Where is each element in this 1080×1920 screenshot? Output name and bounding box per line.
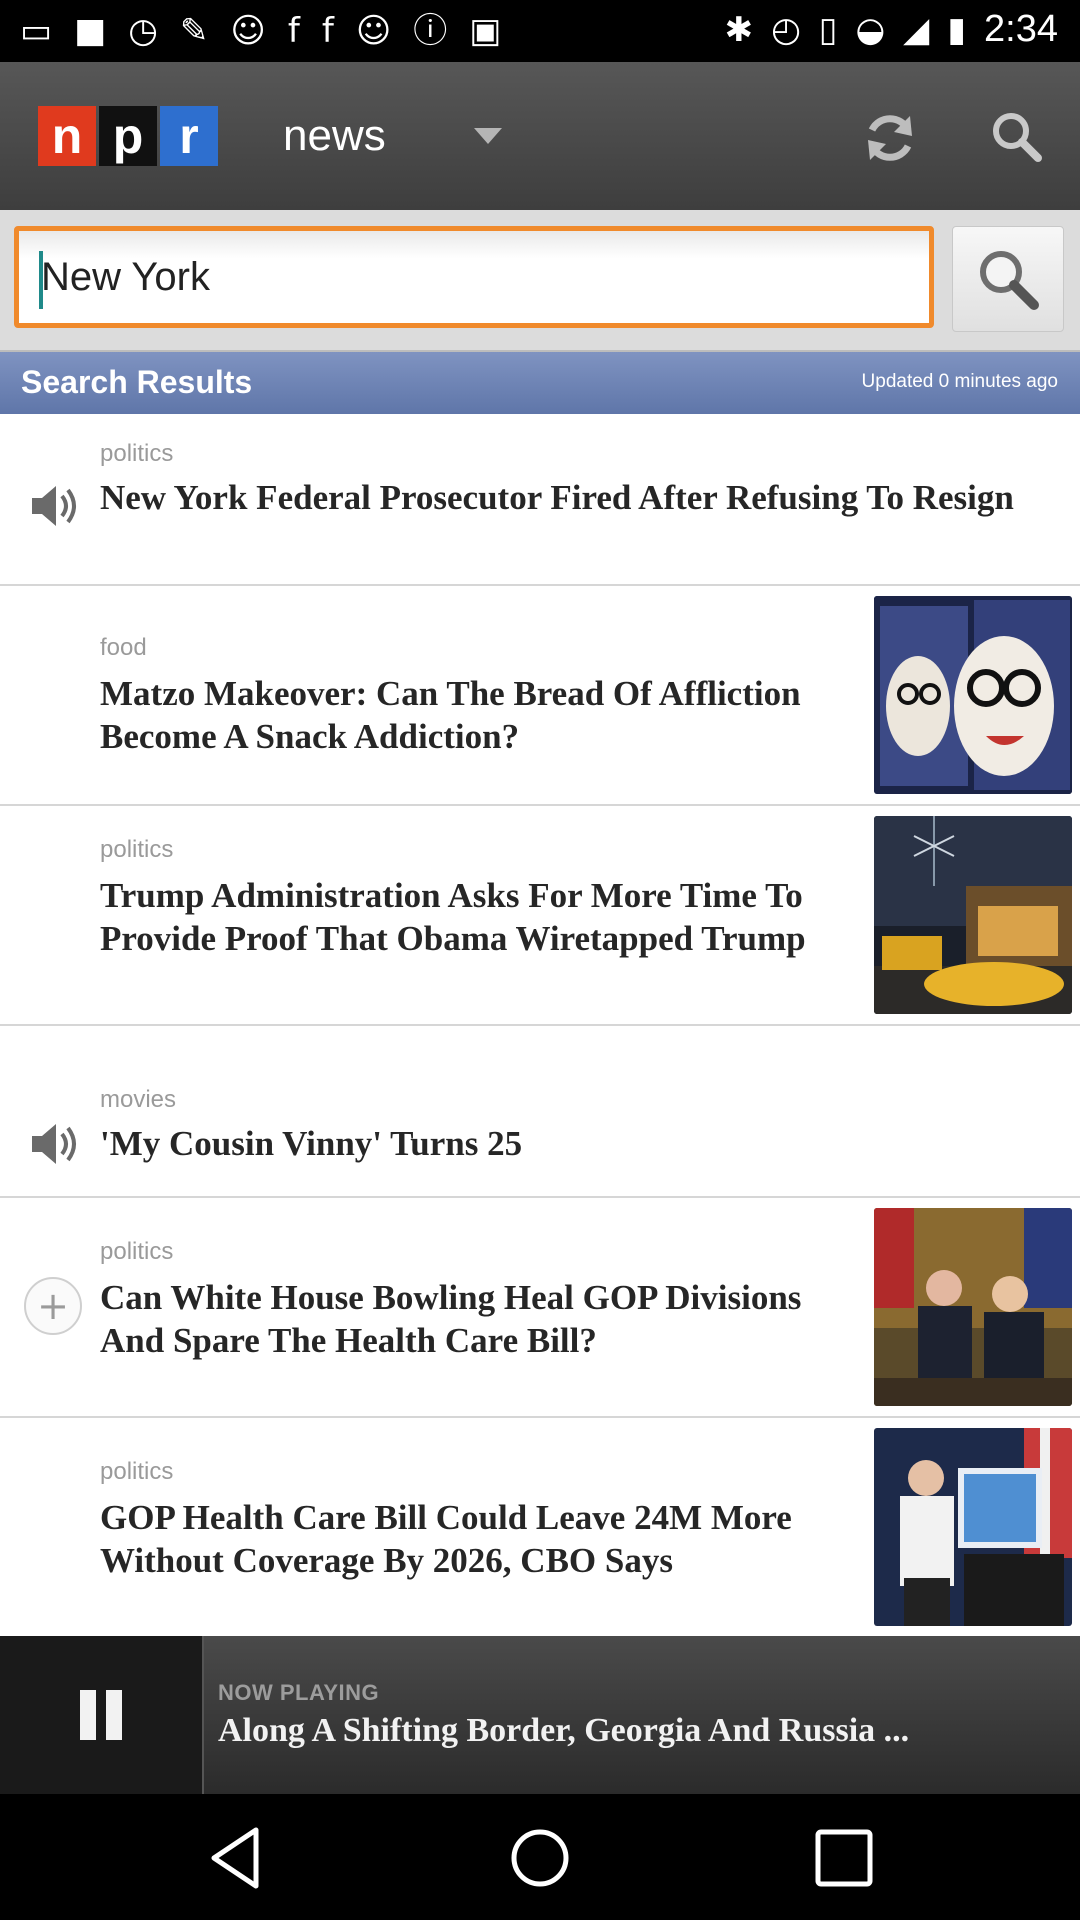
headline: Trump Administration Asks For More Time … xyxy=(100,876,806,958)
white-house-image xyxy=(874,1208,1072,1406)
system-icons: ✱ ◴ ▯ ◒ ◢ ▮ 2:34 xyxy=(725,8,1058,51)
info-icon: ⓘ xyxy=(413,11,448,51)
headline: 'My Cousin Vinny' Turns 25 xyxy=(100,1124,523,1163)
headline: Can White House Bowling Heal GOP Divisio… xyxy=(100,1278,802,1360)
smiley-icon: ☺ xyxy=(355,11,392,51)
now-playing-label: NOW PLAYING xyxy=(218,1680,380,1705)
magnifier-icon xyxy=(980,251,1039,310)
vibrate-icon: ▯ xyxy=(818,9,838,50)
pause-icon xyxy=(80,1690,122,1740)
logo-letter-p: p xyxy=(99,106,157,166)
trump-tower-image xyxy=(874,816,1072,1014)
article-thumbnail[interactable] xyxy=(874,596,1072,794)
press-conference-image xyxy=(874,1428,1072,1626)
bluetooth-icon: ✱ xyxy=(724,9,754,50)
results-title: Search Results xyxy=(21,364,253,400)
square-icon: ■ xyxy=(74,11,107,51)
alarm-icon: ◴ xyxy=(771,9,801,50)
clock: 2:34 xyxy=(984,8,1058,50)
home-icon[interactable] xyxy=(502,1820,578,1896)
message-icon: ▭ xyxy=(20,11,53,51)
notification-icons: ▭ ■ ◷ ✎ ☺ f f ☺ ⓘ ▣ xyxy=(20,10,501,52)
add-to-playlist-icon[interactable]: + xyxy=(24,1277,82,1335)
article-thumbnail[interactable] xyxy=(874,1428,1072,1626)
category-label: politics xyxy=(100,1238,174,1265)
now-playing-title: Along A Shifting Border, Georgia And Rus… xyxy=(218,1712,910,1749)
pause-button[interactable] xyxy=(0,1636,204,1794)
logo-letter-n: n xyxy=(38,106,96,166)
list-item[interactable]: politics New York Federal Prosecutor Fir… xyxy=(0,414,1080,586)
search-bar: New York xyxy=(0,210,1080,352)
category-label: movies xyxy=(100,1086,177,1113)
article-thumbnail[interactable] xyxy=(874,1208,1072,1406)
search-input[interactable]: New York xyxy=(14,226,934,328)
category-label: food xyxy=(100,634,147,661)
list-item[interactable]: food Matzo Makeover: Can The Bread Of Af… xyxy=(0,586,1080,806)
refresh-icon[interactable] xyxy=(858,106,922,170)
facebook-icon: f xyxy=(321,11,334,51)
chevron-down-icon xyxy=(473,128,502,144)
navigation-bar xyxy=(0,1794,1080,1920)
search-input-value: New York xyxy=(41,255,210,299)
wifi-icon: ◒ xyxy=(855,9,886,50)
category-label: politics xyxy=(100,836,174,863)
smiley-icon: ☺ xyxy=(230,11,266,51)
headline: Matzo Makeover: Can The Bread Of Afflict… xyxy=(100,674,801,756)
speaker-icon[interactable] xyxy=(28,480,80,532)
list-item[interactable]: movies 'My Cousin Vinny' Turns 25 xyxy=(0,1026,1080,1198)
lock-icon: ▣ xyxy=(469,11,502,51)
section-dropdown[interactable]: news xyxy=(283,104,502,168)
list-item[interactable]: politics Trump Administration Asks For M… xyxy=(0,806,1080,1026)
results-header: Search Results Updated 0 minutes ago xyxy=(0,352,1080,414)
speaker-icon[interactable] xyxy=(28,1118,80,1170)
facebook-icon: f xyxy=(287,11,300,51)
category-label: politics xyxy=(100,440,174,467)
search-button[interactable] xyxy=(952,226,1064,332)
app-bar: n p r news xyxy=(0,62,1080,210)
article-thumbnail[interactable] xyxy=(874,816,1072,1014)
recents-icon[interactable] xyxy=(806,1820,882,1896)
headline: New York Federal Prosecutor Fired After … xyxy=(100,478,1014,517)
matzo-box-image xyxy=(874,596,1072,794)
back-icon[interactable] xyxy=(200,1820,276,1896)
headline: GOP Health Care Bill Could Leave 24M Mor… xyxy=(100,1498,792,1580)
category-label: politics xyxy=(100,1458,174,1485)
logo-letter-r: r xyxy=(160,106,218,166)
updated-timestamp: Updated 0 minutes ago xyxy=(861,371,1058,392)
now-playing-bar[interactable]: NOW PLAYING Along A Shifting Border, Geo… xyxy=(0,1636,1080,1794)
battery-icon: ▮ xyxy=(947,9,967,50)
wrench-icon: ✎ xyxy=(179,11,209,51)
signal-icon: ◢ xyxy=(903,9,930,50)
status-bar: ▭ ■ ◷ ✎ ☺ f f ☺ ⓘ ▣ ✱ ◴ ▯ ◒ ◢ ▮ 2:34 xyxy=(0,0,1080,62)
section-label: news xyxy=(283,111,386,160)
search-icon[interactable] xyxy=(988,108,1044,164)
list-item[interactable]: politics GOP Health Care Bill Could Leav… xyxy=(0,1418,1080,1638)
npr-logo[interactable]: n p r xyxy=(38,106,218,166)
timer-icon: ◷ xyxy=(128,11,158,51)
list-item[interactable]: politics + Can White House Bowling Heal … xyxy=(0,1198,1080,1418)
